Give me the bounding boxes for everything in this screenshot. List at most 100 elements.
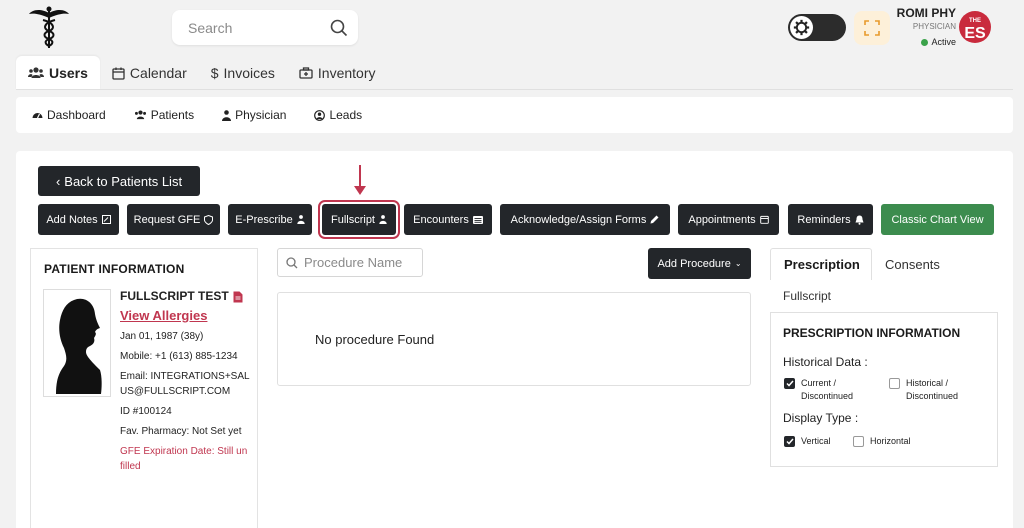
patient-id: ID #100124 bbox=[120, 406, 172, 417]
e-prescribe-button[interactable]: E-Prescribe bbox=[228, 204, 312, 235]
button-label: Acknowledge/Assign Forms bbox=[510, 213, 647, 226]
tab-invoices[interactable]: $ Invoices bbox=[199, 56, 287, 90]
checkbox-unchecked-icon bbox=[853, 436, 864, 447]
annotation-arrow-shaft bbox=[359, 165, 361, 187]
appointments-button[interactable]: Appointments bbox=[678, 204, 779, 235]
request-gfe-button[interactable]: Request GFE bbox=[127, 204, 220, 235]
checkbox-checked-icon bbox=[784, 378, 795, 389]
back-to-patients-button[interactable]: ‹ Back to Patients List bbox=[38, 166, 200, 196]
checkbox-label: Horizontal bbox=[870, 436, 911, 446]
historical-discontinued-checkbox[interactable]: Historical / Discontinued bbox=[889, 377, 984, 403]
reminders-button[interactable]: Reminders bbox=[788, 204, 873, 235]
pencil-icon bbox=[650, 215, 659, 224]
users-icon bbox=[134, 110, 146, 120]
physician-icon bbox=[297, 215, 305, 224]
shield-icon bbox=[204, 214, 214, 225]
tab-users[interactable]: Users bbox=[16, 56, 100, 90]
main-tabs: Users Calendar $ Invoices Inventory bbox=[16, 56, 388, 90]
current-discontinued-checkbox[interactable]: Current / Discontinued bbox=[784, 377, 874, 403]
add-notes-button[interactable]: Add Notes bbox=[38, 204, 119, 235]
fullscript-button[interactable]: Fullscript bbox=[318, 200, 400, 239]
button-label: Add Notes bbox=[46, 213, 98, 226]
historical-data-label: Historical Data : bbox=[783, 355, 868, 369]
theme-toggle[interactable] bbox=[788, 14, 846, 41]
expand-icon bbox=[864, 20, 880, 36]
dollar-icon: $ bbox=[210, 65, 219, 81]
prescription-info-card: PRESCRIPTION INFORMATION Historical Data… bbox=[770, 312, 998, 467]
tab-inventory[interactable]: Inventory bbox=[287, 56, 388, 90]
calendar-icon bbox=[112, 67, 125, 80]
brand-line2: ES bbox=[964, 25, 986, 42]
search-placeholder: Search bbox=[188, 19, 233, 36]
tab-label: Users bbox=[49, 65, 88, 81]
status-dot-icon bbox=[921, 38, 929, 46]
dashboard-icon bbox=[32, 113, 43, 119]
checkbox-label: Vertical bbox=[801, 436, 831, 446]
checkbox-unchecked-icon bbox=[889, 378, 900, 389]
patient-info-card: PATIENT INFORMATION FULLSCRIPT TEST View… bbox=[30, 248, 258, 528]
subnav-label: Leads bbox=[329, 108, 363, 122]
patient-gfe-expiration: GFE Expiration Date: Still unfilled bbox=[120, 446, 248, 472]
brand-logo[interactable]: THE ES bbox=[958, 10, 992, 44]
list-icon bbox=[472, 215, 483, 224]
physician-icon bbox=[379, 215, 387, 224]
chevron-down-icon: ⌄ bbox=[734, 259, 742, 268]
add-procedure-button[interactable]: Add Procedure ⌄ bbox=[648, 248, 751, 279]
view-allergies-link[interactable]: View Allergies bbox=[120, 308, 250, 323]
users-icon bbox=[28, 67, 44, 78]
subnav-label: Patients bbox=[150, 108, 195, 122]
checkbox-label: Current / Discontinued bbox=[801, 378, 854, 401]
user-status: Active bbox=[921, 37, 956, 47]
avatar-silhouette-icon bbox=[56, 298, 102, 394]
button-label: Classic Chart View bbox=[891, 213, 984, 226]
classic-chart-view-button[interactable]: Classic Chart View bbox=[881, 204, 994, 235]
file-icon[interactable] bbox=[233, 291, 243, 303]
procedure-list: No procedure Found bbox=[277, 292, 751, 386]
tab-label: Inventory bbox=[317, 65, 376, 81]
empty-state-text: No procedure Found bbox=[315, 332, 435, 347]
avatar bbox=[43, 289, 111, 397]
subnav-dashboard[interactable]: Dashboard bbox=[32, 108, 106, 122]
vertical-checkbox[interactable]: Vertical bbox=[784, 435, 831, 448]
encounters-button[interactable]: Encounters bbox=[404, 204, 492, 235]
horizontal-checkbox[interactable]: Horizontal bbox=[853, 435, 911, 448]
prescription-info-title: PRESCRIPTION INFORMATION bbox=[783, 326, 961, 340]
annotation-arrow-icon bbox=[354, 186, 366, 195]
acknowledge-assign-forms-button[interactable]: Acknowledge/Assign Forms bbox=[500, 204, 670, 235]
button-label: Reminders bbox=[797, 213, 851, 226]
procedure-search-placeholder: Procedure Name bbox=[304, 255, 403, 270]
calendar-icon bbox=[759, 215, 769, 224]
tab-label: Calendar bbox=[129, 65, 187, 81]
search-icon bbox=[286, 256, 298, 268]
search-icon[interactable] bbox=[330, 19, 348, 37]
patient-mobile: Mobile: +1 (613) 885-1234 bbox=[120, 351, 238, 362]
procedure-search-input[interactable]: Procedure Name bbox=[277, 248, 423, 277]
back-button-label: Back to Patients List bbox=[64, 173, 183, 189]
patient-info-title: PATIENT INFORMATION bbox=[44, 262, 185, 276]
note-icon bbox=[101, 215, 111, 224]
fullscreen-button[interactable] bbox=[854, 11, 890, 45]
sub-nav: Dashboard Patients Physician Leads bbox=[16, 97, 1013, 133]
chevron-left-icon: ‹ bbox=[55, 173, 61, 189]
brand-line1: THE bbox=[969, 18, 981, 24]
button-label: Fullscript bbox=[330, 213, 375, 226]
subnav-physician[interactable]: Physician bbox=[222, 108, 286, 122]
user-name: ROMI PHY bbox=[896, 6, 956, 20]
tabs-divider bbox=[16, 89, 1013, 90]
subtab-fullscript[interactable]: Fullscript bbox=[783, 289, 831, 303]
button-label: Request GFE bbox=[133, 213, 201, 226]
checkbox-checked-icon bbox=[784, 436, 795, 447]
global-search-input[interactable]: Search bbox=[172, 10, 358, 45]
patient-name: FULLSCRIPT TEST bbox=[120, 289, 250, 304]
tab-consents[interactable]: Consents bbox=[872, 248, 962, 280]
subnav-patients[interactable]: Patients bbox=[134, 108, 194, 122]
button-label: E-Prescribe bbox=[235, 213, 293, 226]
tab-prescription[interactable]: Prescription bbox=[770, 248, 872, 280]
button-label: Encounters bbox=[413, 213, 469, 226]
tab-calendar[interactable]: Calendar bbox=[100, 56, 199, 90]
checkbox-label: Historical / Discontinued bbox=[906, 378, 959, 401]
gear-icon bbox=[790, 16, 813, 39]
patient-dob: Jan 01, 1987 (38y) bbox=[120, 331, 204, 342]
patient-details: FULLSCRIPT TEST View Allergies Jan 01, 1… bbox=[120, 289, 250, 479]
subnav-leads[interactable]: Leads bbox=[314, 108, 362, 122]
